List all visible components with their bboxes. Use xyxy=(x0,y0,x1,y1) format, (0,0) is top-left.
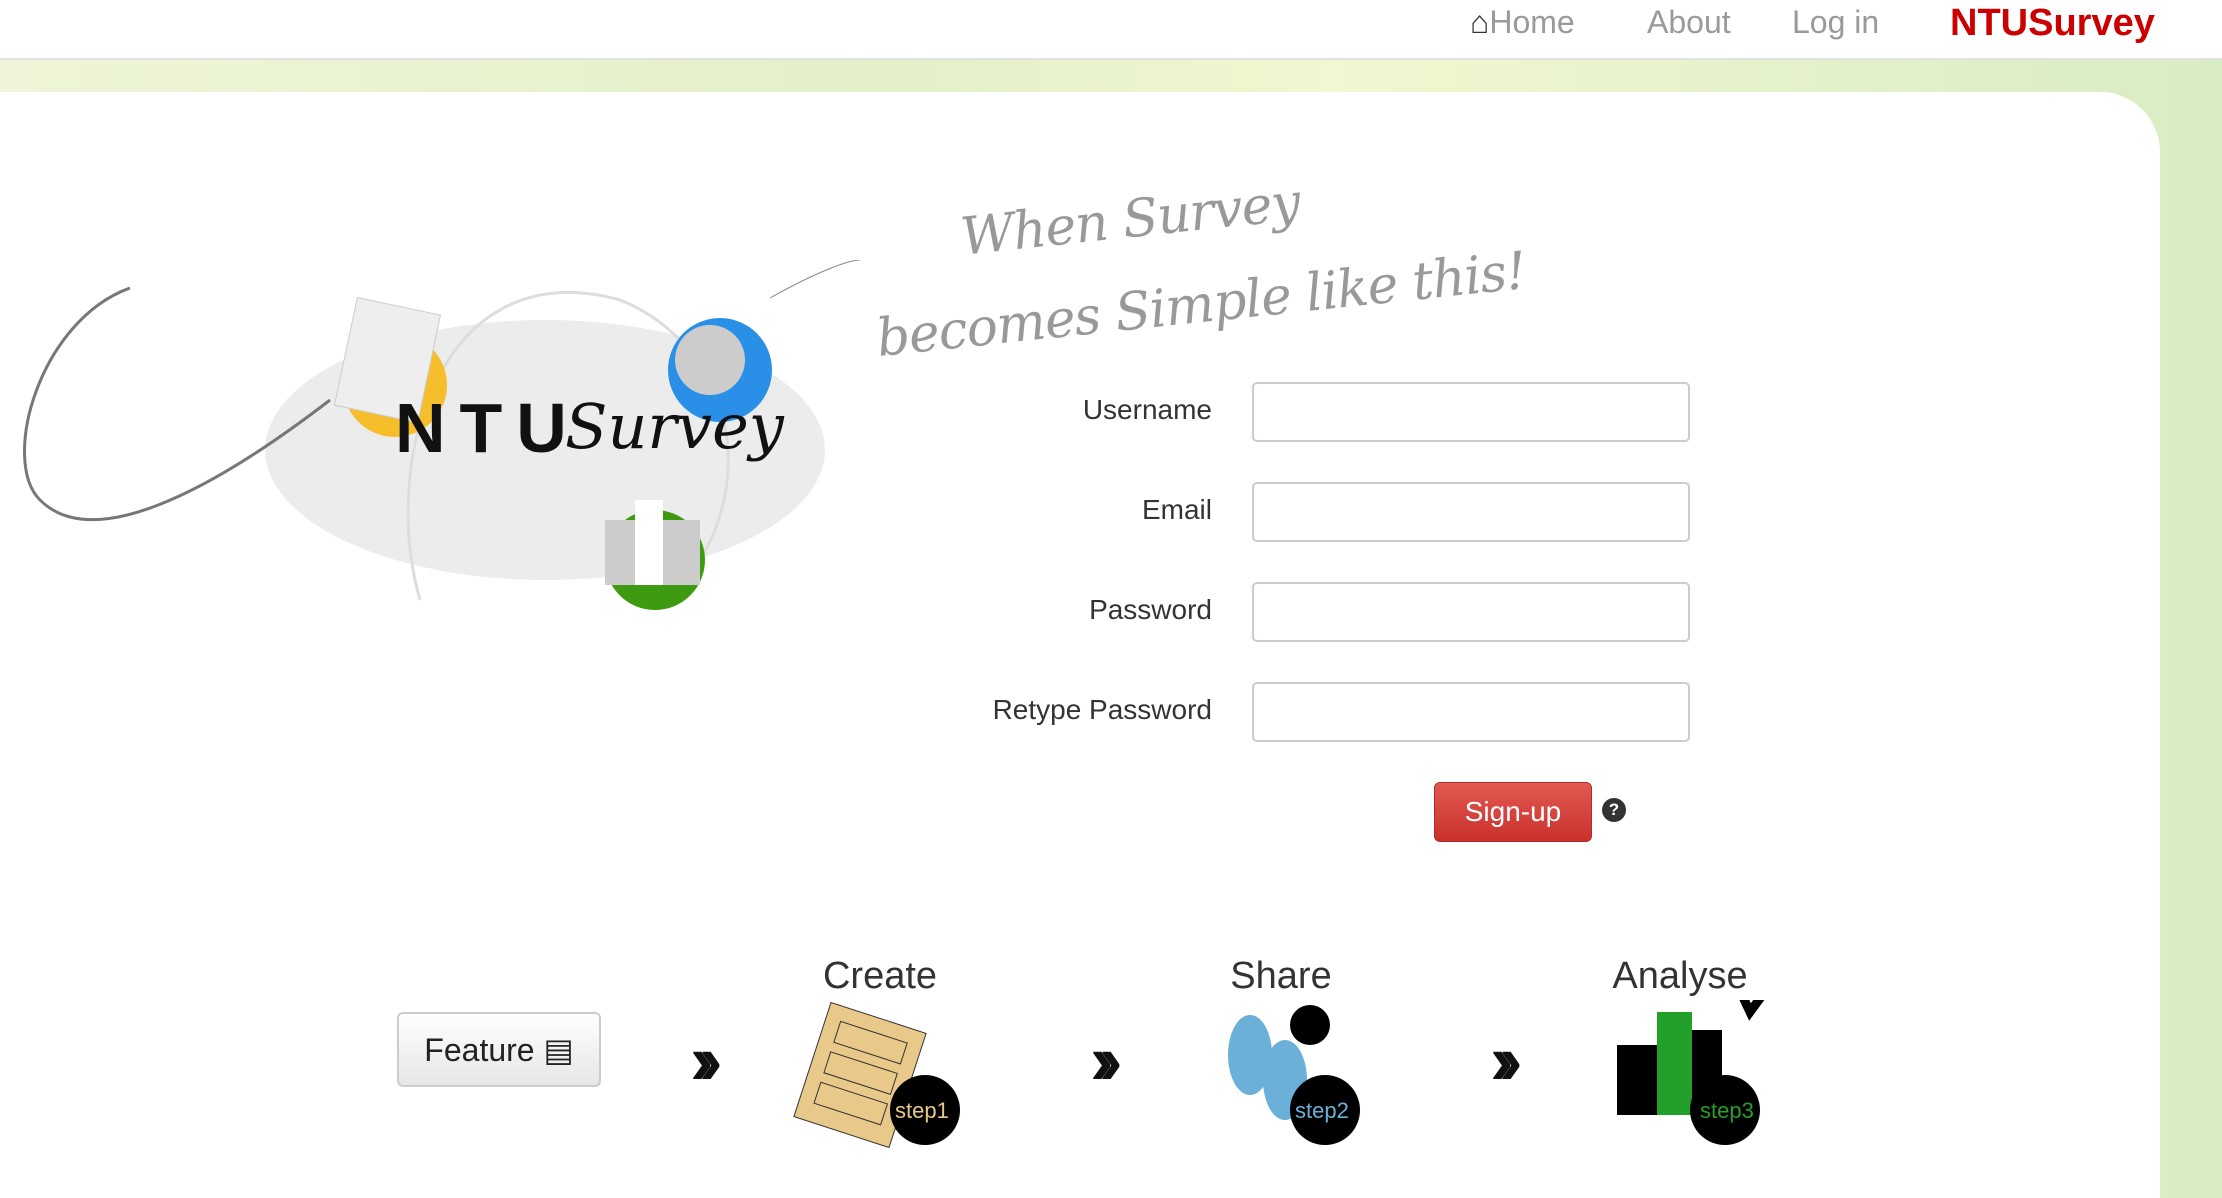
main-panel xyxy=(0,92,2160,1198)
svg-text:step3: step3 xyxy=(1700,1098,1754,1123)
svg-text:step2: step2 xyxy=(1295,1098,1349,1123)
nav-about[interactable]: About xyxy=(1647,4,1731,41)
chevron-right-icon: ›› xyxy=(1490,1021,1522,1099)
password-label: Password xyxy=(1089,594,1212,625)
create-document-icon: step1 xyxy=(790,1000,970,1150)
signup-button[interactable]: Sign-up xyxy=(1434,782,1592,842)
username-input[interactable] xyxy=(1252,382,1690,442)
retype-password-label: Retype Password xyxy=(992,694,1212,725)
nav-home[interactable]: ⌂Home xyxy=(1470,4,1575,41)
nav-login[interactable]: Log in xyxy=(1792,4,1879,41)
analyse-chart-icon: step3 xyxy=(1610,957,1792,1150)
share-people-icon: step2 xyxy=(1210,1000,1390,1150)
help-icon[interactable]: ? xyxy=(1602,798,1626,822)
retype-password-input[interactable] xyxy=(1252,682,1690,742)
brand-link[interactable]: NTUSurvey xyxy=(1950,2,2155,45)
home-icon: ⌂ xyxy=(1470,4,1490,40)
email-input[interactable] xyxy=(1252,482,1690,542)
logo: NTU Survey xyxy=(0,259,861,640)
step-analyse-title: Analyse xyxy=(1612,955,1748,997)
email-label: Email xyxy=(1141,494,1212,525)
feature-button[interactable]: Feature ▤ xyxy=(397,1012,601,1087)
step-create-title: Create xyxy=(822,955,938,997)
step-share-title: Share xyxy=(1230,955,1332,997)
chevron-right-icon: ›› xyxy=(690,1021,722,1099)
top-navbar: ⌂Home About Log in NTUSurvey xyxy=(0,0,2222,60)
chevron-right-icon: ›› xyxy=(1090,1021,1122,1099)
password-input[interactable] xyxy=(1252,582,1690,642)
svg-text:step1: step1 xyxy=(895,1098,949,1123)
username-label: Username xyxy=(1082,394,1212,425)
film-icon: ▤ xyxy=(543,1031,574,1068)
